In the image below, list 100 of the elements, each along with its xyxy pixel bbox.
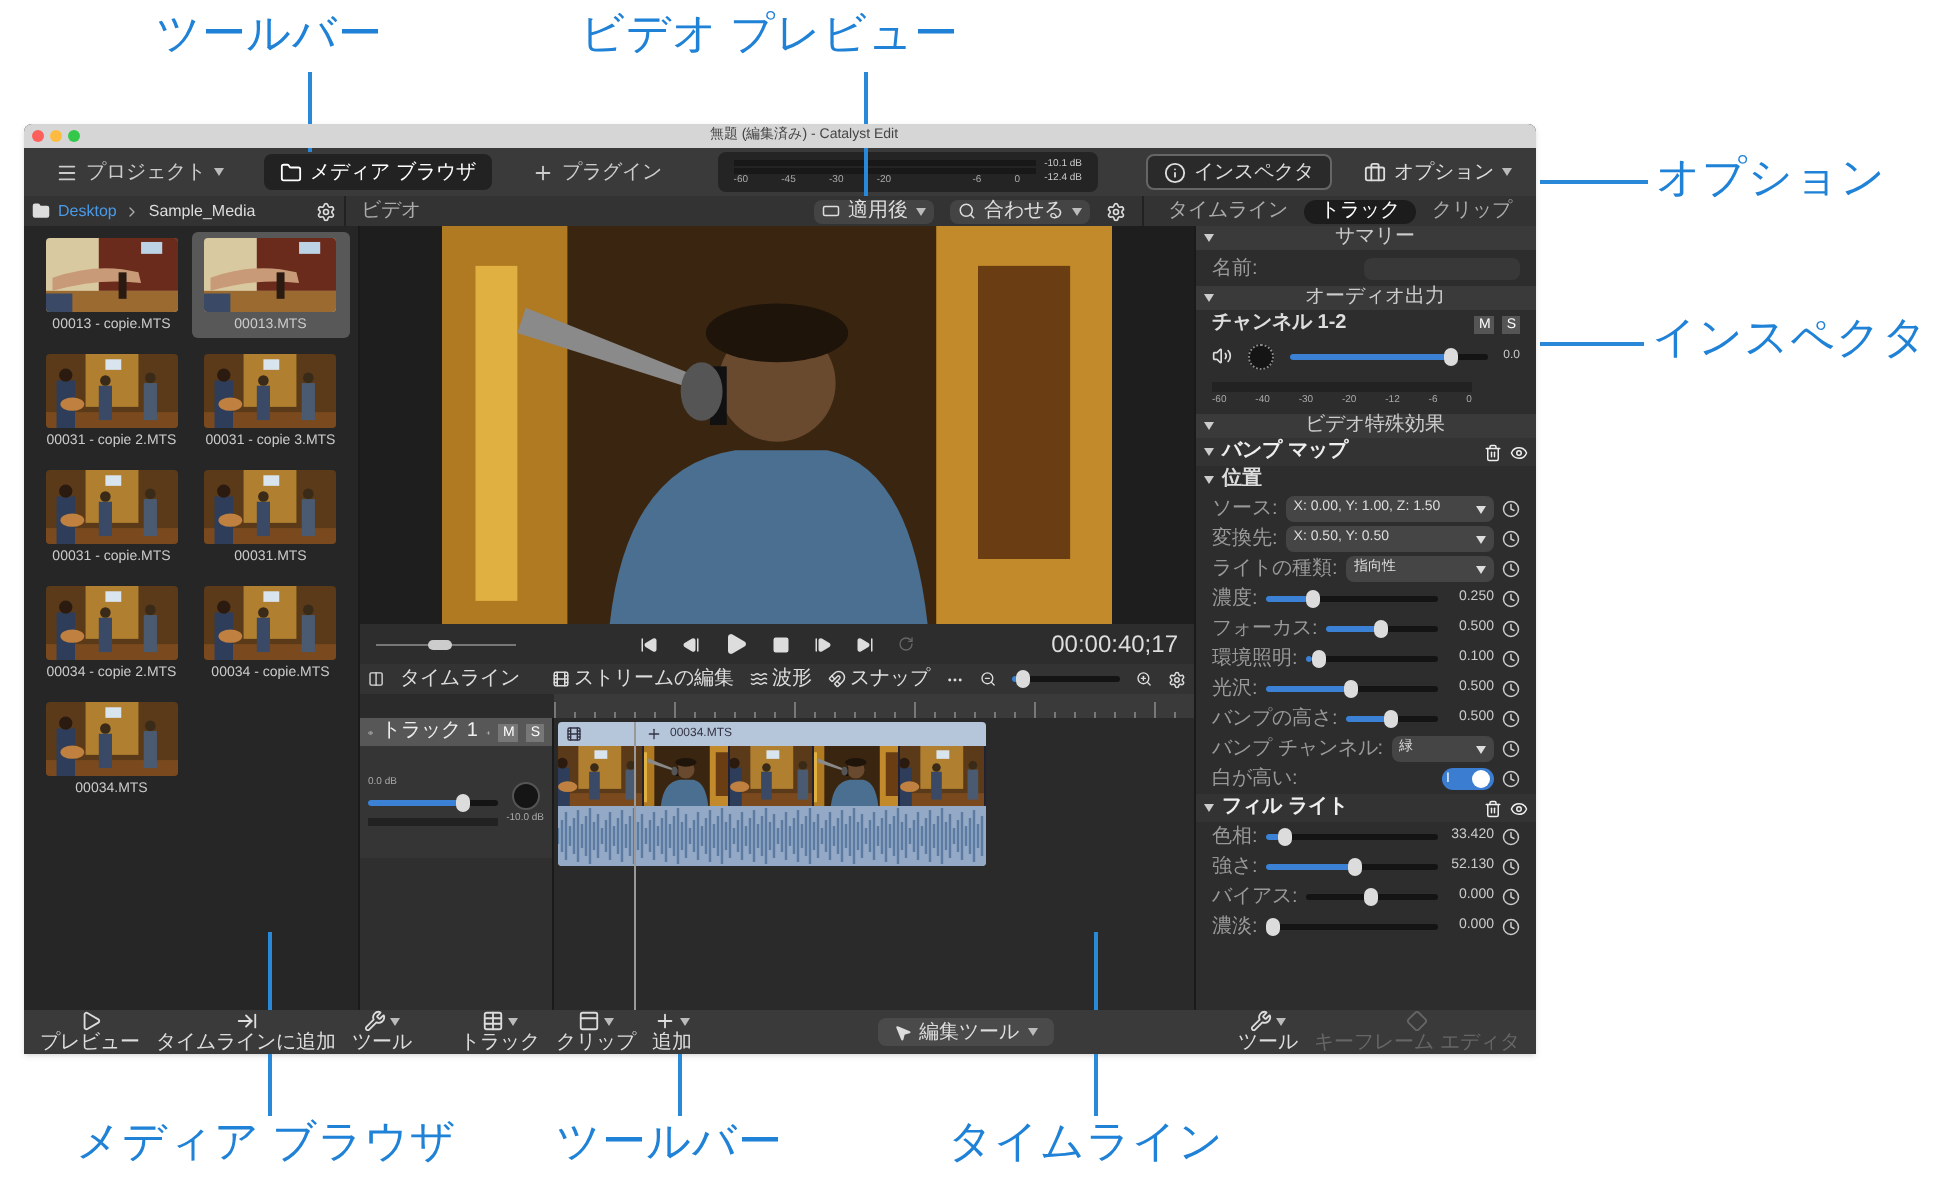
callout-label: タイムライン bbox=[948, 1120, 1224, 1164]
channel-label: チャンネル 1-2 bbox=[1212, 314, 1349, 334]
expand-icon[interactable] bbox=[1204, 804, 1214, 812]
tool-icon bbox=[750, 670, 769, 688]
leader-line bbox=[1540, 342, 1644, 346]
track-name: トラック 1 bbox=[381, 722, 478, 742]
keyframe-icon[interactable] bbox=[1502, 680, 1520, 698]
inspector-tab[interactable]: トラック bbox=[1304, 199, 1416, 223]
keyframe-icon[interactable] bbox=[1502, 740, 1520, 758]
view-dropdown[interactable]: 適用後 bbox=[814, 199, 934, 223]
visibility-icon[interactable] bbox=[1510, 443, 1528, 461]
keyframe-icon[interactable] bbox=[1502, 828, 1520, 846]
parameter-slider[interactable] bbox=[1265, 858, 1438, 876]
toolbar-tab[interactable]: プラグイン bbox=[515, 154, 678, 190]
toolbar-tab[interactable]: メディア ブラウザ bbox=[264, 154, 492, 190]
timeline-tool[interactable]: 波形 bbox=[750, 669, 813, 689]
tool-icon bbox=[1406, 1010, 1429, 1032]
fit-dropdown[interactable]: 合わせる bbox=[950, 199, 1090, 223]
stop-icon[interactable] bbox=[772, 635, 790, 653]
group-title: 位置 bbox=[1222, 470, 1262, 490]
slider-thumb[interactable] bbox=[1384, 710, 1399, 728]
toolbar-button[interactable]: プレビュー bbox=[32, 1010, 148, 1054]
parameter-slider[interactable] bbox=[1345, 710, 1438, 728]
loop-icon[interactable] bbox=[898, 636, 914, 652]
keyframe-icon[interactable] bbox=[1502, 620, 1520, 638]
slider-thumb[interactable] bbox=[1311, 650, 1326, 668]
skip-forward-icon[interactable] bbox=[856, 635, 874, 653]
inspector-tab[interactable]: クリップ bbox=[1416, 199, 1528, 223]
slider-thumb[interactable] bbox=[1443, 347, 1458, 365]
skip-back-icon[interactable] bbox=[640, 635, 658, 653]
parameter-slider[interactable] bbox=[1265, 590, 1438, 608]
zoom-slider[interactable] bbox=[1012, 670, 1120, 688]
expand-icon[interactable] bbox=[1204, 422, 1214, 430]
play-icon[interactable] bbox=[724, 632, 748, 656]
settings-icon[interactable] bbox=[1168, 669, 1186, 689]
volume-slider[interactable] bbox=[1290, 347, 1488, 365]
pan-knob[interactable] bbox=[511, 781, 540, 809]
parameter-label: 濃淡: bbox=[1212, 913, 1258, 942]
edit-tool-dropdown[interactable]: 編集ツール bbox=[877, 1018, 1054, 1046]
toolbar-button[interactable]: ツール bbox=[344, 1010, 420, 1054]
keyframe-icon[interactable] bbox=[1502, 650, 1520, 668]
options-button[interactable]: オプション bbox=[1356, 154, 1520, 190]
speaker-icon[interactable] bbox=[1212, 346, 1232, 366]
toolbar-tab[interactable]: プロジェクト bbox=[40, 154, 240, 190]
callout-label: ツールバー bbox=[156, 12, 382, 56]
trash-icon[interactable] bbox=[1484, 799, 1502, 817]
parameter-slider[interactable] bbox=[1265, 828, 1438, 846]
keyframe-icon[interactable] bbox=[1502, 560, 1520, 578]
expand-icon[interactable] bbox=[1204, 448, 1214, 456]
slider-thumb[interactable] bbox=[1016, 670, 1031, 688]
inspector-button[interactable]: インスペクタ bbox=[1146, 154, 1332, 190]
slider-thumb[interactable] bbox=[1278, 828, 1293, 846]
keyframe-icon[interactable] bbox=[1502, 500, 1520, 518]
slider-thumb[interactable] bbox=[1265, 918, 1280, 936]
timecode: 00:00:40;17 bbox=[1049, 628, 1178, 662]
zoom-in-icon[interactable] bbox=[1135, 670, 1153, 688]
trash-icon[interactable] bbox=[1484, 443, 1502, 461]
tool-icon bbox=[235, 1010, 257, 1032]
zoom-out-icon[interactable] bbox=[980, 670, 997, 688]
keyframe-icon[interactable] bbox=[1502, 590, 1520, 608]
slider-thumb[interactable] bbox=[455, 794, 470, 812]
parameter-slider[interactable] bbox=[1265, 680, 1438, 698]
keyframe-icon[interactable] bbox=[1502, 918, 1520, 936]
settings-icon[interactable] bbox=[1106, 201, 1126, 221]
toolbar-button[interactable]: 追加 bbox=[644, 1010, 700, 1054]
timeline-tool[interactable]: スナップ bbox=[828, 669, 931, 689]
callout-label: ビデオ プレビュー bbox=[580, 12, 959, 56]
keyframe-icon[interactable] bbox=[1502, 888, 1520, 906]
keyframe-icon[interactable] bbox=[1502, 710, 1520, 728]
timeline-tool[interactable]: ストリームの編集 bbox=[552, 669, 735, 689]
keyframe-icon[interactable] bbox=[1502, 530, 1520, 548]
shuttle-thumb[interactable] bbox=[428, 639, 453, 649]
slider-thumb[interactable] bbox=[1344, 680, 1359, 698]
toolbar-button[interactable]: タイムラインに追加 bbox=[148, 1010, 344, 1054]
parameter-slider[interactable] bbox=[1325, 620, 1438, 638]
step-back-icon[interactable] bbox=[682, 635, 700, 653]
slider-thumb[interactable] bbox=[1364, 888, 1379, 906]
pan-knob[interactable] bbox=[1248, 343, 1274, 369]
parameter-label: 白が高い: bbox=[1212, 765, 1298, 794]
parameter-slider[interactable] bbox=[1305, 650, 1438, 668]
keyframe-icon[interactable] bbox=[1502, 858, 1520, 876]
breadcrumb-link[interactable]: Desktop bbox=[58, 199, 117, 223]
keyframe-icon[interactable] bbox=[1502, 770, 1520, 788]
slider-thumb[interactable] bbox=[1305, 590, 1320, 608]
parameter-slider[interactable] bbox=[1305, 888, 1438, 906]
slider-thumb[interactable] bbox=[1374, 620, 1389, 638]
slider-thumb[interactable] bbox=[1347, 858, 1362, 876]
caret-icon bbox=[1502, 168, 1512, 176]
expand-icon[interactable] bbox=[1204, 294, 1214, 302]
expand-icon[interactable] bbox=[1204, 234, 1214, 242]
visibility-icon[interactable] bbox=[1510, 799, 1528, 817]
toolbar-button[interactable]: ツール bbox=[1230, 1010, 1307, 1054]
expand-icon[interactable] bbox=[1204, 476, 1214, 484]
step-forward-icon[interactable] bbox=[814, 635, 832, 653]
toolbar-button[interactable]: トラック bbox=[452, 1010, 548, 1054]
settings-icon[interactable] bbox=[315, 201, 336, 221]
toolbar-button[interactable]: クリップ bbox=[548, 1010, 644, 1054]
volume-slider[interactable] bbox=[368, 794, 499, 812]
parameter-slider[interactable] bbox=[1265, 918, 1438, 936]
inspector-tab[interactable]: タイムライン bbox=[1152, 199, 1304, 223]
